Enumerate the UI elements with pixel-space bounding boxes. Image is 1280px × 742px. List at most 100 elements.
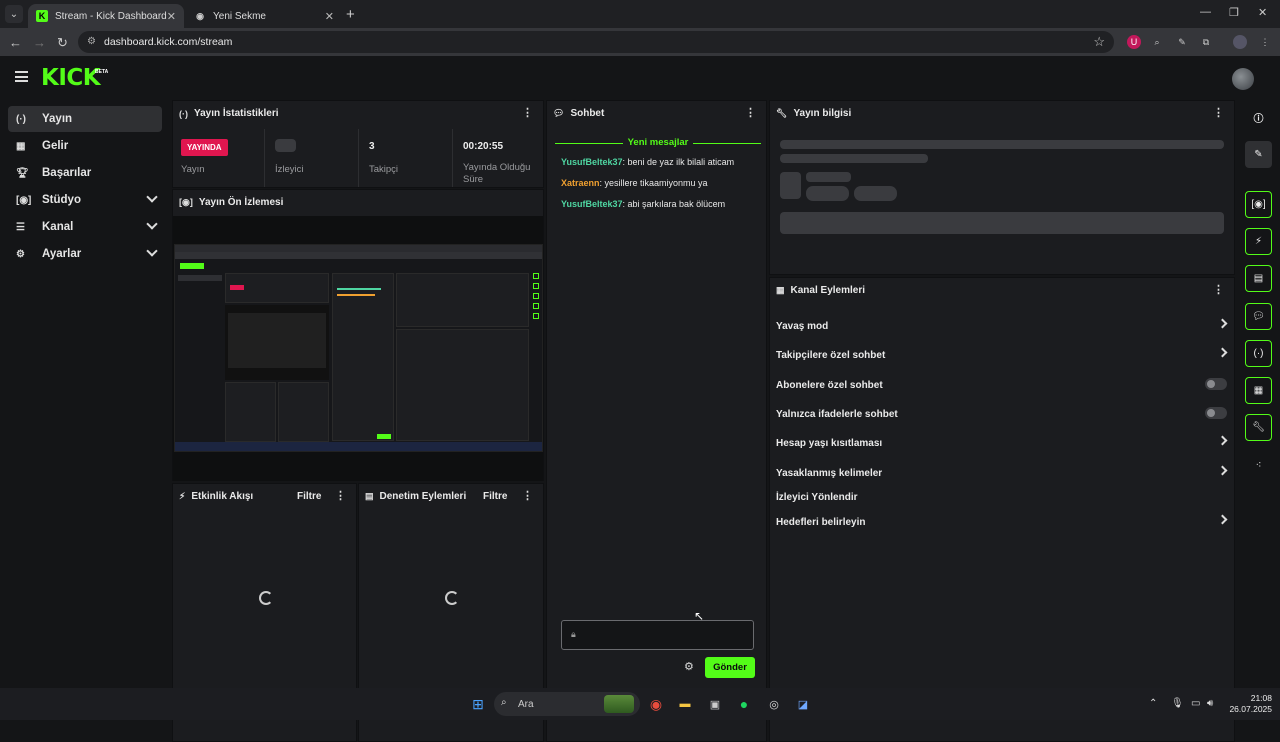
- tray-chevron-up-icon[interactable]: ⌃: [1149, 698, 1157, 709]
- stream-preview-video[interactable]: [174, 244, 543, 452]
- stat-value: 00:20:55: [463, 141, 504, 152]
- more-options-icon[interactable]: ⋮: [522, 489, 533, 502]
- close-tab-icon[interactable]: ✕: [325, 10, 334, 23]
- sidebar-item-achievements[interactable]: 🏆︎ Başarılar: [8, 160, 162, 186]
- more-options-icon[interactable]: ⋮: [335, 489, 346, 502]
- browser-menu-icon[interactable]: ⋮: [1258, 35, 1272, 49]
- mirrored-activity-panel: [225, 382, 276, 442]
- send-button[interactable]: Gönder: [705, 657, 755, 678]
- more-options-icon[interactable]: ⋮: [522, 106, 533, 119]
- skeleton-thumbnail: [780, 172, 801, 199]
- panel-title: ▦ Kanal Eylemleri: [776, 285, 865, 296]
- chat-input[interactable]: 🔒︎: [561, 620, 754, 650]
- sidebar-item-channel[interactable]: ☰ Kanal: [8, 214, 162, 240]
- sidebar-item-revenue[interactable]: ▦ Gelir: [8, 133, 162, 159]
- chat-username[interactable]: Xatraenn: [561, 178, 600, 188]
- share-dots-icon[interactable]: ⁖: [1245, 452, 1272, 479]
- minimize-icon[interactable]: —: [1200, 6, 1211, 18]
- skeleton-tag: [806, 186, 849, 201]
- mirrored-chat-panel: [332, 273, 394, 441]
- window-close-icon[interactable]: ✕: [1258, 6, 1267, 19]
- chrome-taskbar-icon[interactable]: ◉: [646, 694, 666, 714]
- bookmark-star-icon[interactable]: ☆: [1093, 34, 1105, 50]
- skeleton-tag: [854, 186, 897, 201]
- preview-widget-icon[interactable]: [◉]: [1245, 191, 1272, 218]
- stats-widget-broadcast-icon[interactable]: (·): [1245, 340, 1272, 367]
- action-followers-only[interactable]: Takipçilere özel sohbet: [776, 347, 1228, 361]
- moderation-widget-document-icon[interactable]: ▤: [1245, 265, 1272, 292]
- action-set-goals[interactable]: Hedefleri belirleyin: [776, 514, 1228, 528]
- channel-actions-widget-icon[interactable]: ▦: [1245, 377, 1272, 404]
- sidebar-item-studio[interactable]: [◉] Stüdyo: [8, 187, 162, 213]
- broadcast-icon: (·): [179, 108, 188, 119]
- network-icon[interactable]: ▭: [1191, 698, 1200, 709]
- spotify-icon[interactable]: ●: [734, 694, 754, 714]
- activity-widget-bolt-icon[interactable]: ⚡︎: [1245, 228, 1272, 255]
- extension-pen-icon[interactable]: ✎: [1175, 35, 1189, 49]
- restore-icon[interactable]: ❐: [1229, 6, 1239, 19]
- volume-icon[interactable]: 🔊︎: [1207, 698, 1213, 709]
- stream-info-title: Yayın bilgisi: [793, 108, 852, 119]
- action-banned-words[interactable]: Yasaklanmış kelimeler: [776, 465, 1228, 479]
- site-info-icon[interactable]: ⚙: [87, 36, 96, 47]
- extension-search-icon[interactable]: ⌕: [1150, 35, 1164, 49]
- activity-filter-button[interactable]: Filtre: [297, 491, 321, 502]
- mirrored-chat-line: [337, 294, 375, 296]
- sidebar-item-stream[interactable]: (·) Yayın: [8, 106, 162, 132]
- sidebar-item-label: Kanal: [42, 221, 74, 233]
- more-options-icon[interactable]: ⋮: [1213, 106, 1224, 119]
- profile-avatar-icon[interactable]: [1233, 35, 1247, 49]
- chat-settings-gear-icon[interactable]: ⚙: [684, 660, 694, 673]
- tab-new-tab[interactable]: ◉ Yeni Sekme ✕: [186, 4, 342, 28]
- skeleton-line: [780, 140, 1224, 149]
- system-clock[interactable]: 21:08 26.07.2025: [1229, 693, 1272, 715]
- store-icon[interactable]: ▣: [705, 694, 725, 714]
- info-icon[interactable]: ⓘ: [1245, 104, 1272, 131]
- edit-layout-pencil-icon[interactable]: ✎: [1245, 141, 1272, 168]
- sidebar-item-settings[interactable]: ⚙ Ayarlar: [8, 241, 162, 267]
- moderation-filter-button[interactable]: Filtre: [483, 491, 507, 502]
- more-options-icon[interactable]: ⋮: [1213, 283, 1224, 296]
- stream-info-widget-wrench-icon[interactable]: 🔧︎: [1245, 414, 1272, 441]
- action-account-age[interactable]: Hesap yaşı kısıtlaması: [776, 435, 1228, 449]
- mirrored-logo: [180, 263, 204, 269]
- action-label: İzleyici Yönlendir: [776, 492, 858, 503]
- extensions-puzzle-icon[interactable]: ⧉: [1199, 35, 1213, 49]
- new-tab-button[interactable]: +: [346, 6, 355, 23]
- url-text: dashboard.kick.com/stream: [104, 36, 233, 48]
- chat-username[interactable]: YusufBeltek37: [561, 199, 623, 209]
- tab-kick-dashboard[interactable]: K Stream - Kick Dashboard ✕: [28, 4, 184, 28]
- emotes-only-toggle[interactable]: [1205, 407, 1227, 419]
- kick-logo[interactable]: KICK: [41, 65, 101, 91]
- taskbar-search[interactable]: ⌕ Ara: [494, 692, 640, 716]
- new-messages-divider: Yeni mesajlar: [555, 137, 761, 148]
- reload-icon[interactable]: ↻: [57, 35, 68, 51]
- sidebar-item-label: Başarılar: [42, 167, 92, 179]
- extension-ublock-icon[interactable]: U: [1127, 35, 1141, 49]
- back-icon[interactable]: ←: [9, 35, 22, 50]
- address-bar[interactable]: ⚙ dashboard.kick.com/stream ☆: [78, 31, 1114, 53]
- moderation-actions-title: Denetim Eylemleri: [379, 491, 467, 502]
- more-options-icon[interactable]: ⋮: [745, 106, 756, 119]
- obs-icon[interactable]: ◎: [764, 694, 784, 714]
- chat-text: : abi şarkılara bak ölücem: [622, 199, 726, 209]
- file-explorer-icon[interactable]: ▬: [675, 694, 695, 714]
- preview-icon: [◉]: [179, 197, 193, 207]
- action-subscribers-only: Abonelere özel sohbet: [776, 378, 1227, 391]
- hamburger-menu-icon[interactable]: [15, 71, 28, 82]
- forward-icon[interactable]: →: [33, 35, 46, 50]
- app-taskbar-icon[interactable]: ◪: [793, 694, 813, 714]
- close-tab-icon[interactable]: ✕: [167, 10, 176, 23]
- action-host-viewers[interactable]: İzleyici Yönlendir: [776, 492, 1226, 503]
- bolt-icon: ⚡︎: [179, 491, 186, 501]
- chat-username[interactable]: YusufBeltek37: [561, 157, 623, 167]
- clock-date: 26.07.2025: [1229, 704, 1272, 714]
- user-avatar[interactable]: [1232, 68, 1254, 90]
- chat-widget-bubble-icon[interactable]: 💬︎: [1245, 303, 1272, 330]
- subscribers-only-toggle[interactable]: [1205, 378, 1227, 390]
- tab-search-button[interactable]: ⌄: [5, 5, 23, 23]
- windows-start-icon[interactable]: ⊞: [468, 694, 488, 714]
- action-slow-mode[interactable]: Yavaş mod: [776, 318, 1228, 332]
- mirrored-preview: [225, 305, 329, 380]
- microphone-icon[interactable]: 🎙︎: [1171, 698, 1184, 709]
